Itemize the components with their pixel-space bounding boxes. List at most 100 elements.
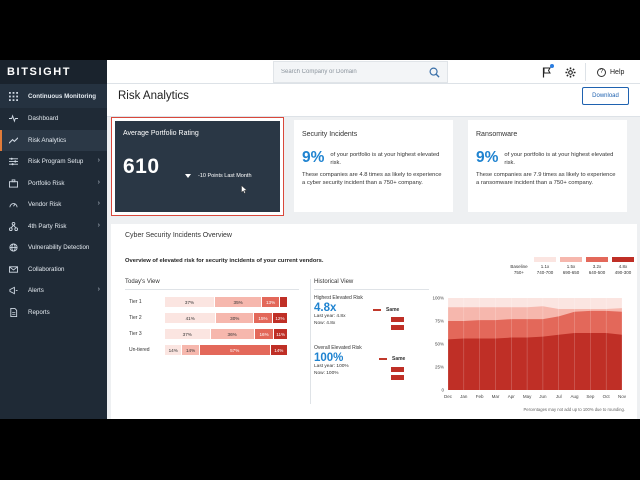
y-tick-label: 50%	[435, 342, 444, 347]
historical-view-title: Historical View	[314, 279, 354, 285]
security-incidents-card[interactable]: Security Incidents 9% of your portfolio …	[294, 120, 453, 212]
toolbar-divider	[585, 63, 586, 81]
tier-segment: 35%	[215, 297, 263, 307]
tier-segment: 37%	[165, 297, 215, 307]
down-arrow-icon	[185, 174, 191, 178]
tier-segment: 12%	[272, 313, 288, 323]
tier-label: Un-tiered	[129, 347, 150, 353]
y-tick-label: 25%	[435, 365, 444, 370]
tier-segment: 13%	[262, 297, 280, 307]
overview-subtitle: Overview of elevated risk for security i…	[125, 258, 324, 264]
overview-title: Cyber Security Incidents Overview	[125, 232, 232, 239]
x-tick-label: Aug	[571, 394, 580, 399]
y-tick-label: 0	[441, 388, 444, 393]
tier-segment: 36%	[210, 329, 255, 339]
chevron-right-icon: ›	[97, 200, 100, 207]
sidebar-item-dashboard[interactable]: Dashboard	[0, 108, 107, 130]
sidebar-item-4th-party-risk[interactable]: 4th Party Risk ›	[0, 216, 107, 238]
security-incidents-detail: These companies are 4.8 times as likely …	[302, 172, 442, 186]
portfolio-rating-value: 610	[123, 155, 160, 178]
speedometer-icon	[8, 199, 19, 210]
ransomware-percent: 9%	[476, 149, 499, 166]
page-header: Risk Analytics Download	[107, 84, 640, 117]
section-divider	[310, 279, 311, 404]
tier-segment: 41%	[165, 313, 217, 323]
overall-risk-value: 100%	[314, 352, 344, 364]
todays-view-title: Today's View	[125, 279, 160, 285]
settings-button[interactable]	[563, 65, 577, 79]
security-incidents-percent: 9%	[302, 149, 325, 166]
x-tick-label: Dec	[444, 394, 453, 399]
sidebar-item-vendor-risk[interactable]: Vendor Risk ›	[0, 194, 107, 216]
tier-segment	[279, 297, 288, 307]
x-tick-label: May	[523, 394, 532, 399]
page-title: Risk Analytics	[118, 90, 189, 102]
y-tick-label: 100%	[432, 296, 444, 301]
sliders-icon	[8, 156, 19, 167]
legend-3-2x: 3.2x 640-500	[584, 257, 610, 275]
ransomware-detail: These companies are 7.9 times as likely …	[476, 172, 616, 186]
divider	[125, 289, 299, 290]
now-swatch	[391, 375, 404, 380]
x-tick-label: Jan	[460, 394, 468, 399]
sidebar-item-risk-analytics[interactable]: Risk Analytics	[0, 129, 107, 151]
grid-icon	[8, 91, 19, 102]
tier-segment: 30%	[216, 313, 255, 323]
mail-icon	[8, 264, 19, 275]
help-button[interactable]: ? Help	[597, 65, 624, 79]
bitsight-logo[interactable]: BITSIGHT	[0, 60, 107, 84]
x-tick-label: Jul	[556, 394, 562, 399]
search-input[interactable]	[281, 69, 421, 75]
rounding-footnote: Percentages may not add up to 100% due t…	[523, 407, 625, 412]
chevron-right-icon: ›	[97, 157, 100, 164]
ransomware-description: of your portfolio is at your highest ele…	[504, 152, 614, 166]
download-button[interactable]: Download	[582, 87, 629, 105]
flag-icon	[542, 67, 551, 77]
notification-dot	[550, 64, 554, 68]
tier-segment: 11%	[274, 329, 288, 339]
ransomware-card[interactable]: Ransomware 9% of your portfolio is at yo…	[468, 120, 627, 212]
sidebar-item-label: Portfolio Risk	[28, 179, 65, 187]
gear-icon	[564, 66, 576, 78]
trend-icon	[8, 135, 19, 146]
sidebar-item-alerts[interactable]: Alerts ›	[0, 280, 107, 302]
x-tick-label: Apr	[508, 394, 516, 399]
tier-row-2[interactable]: Tier 2 41% 30% 15% 12%	[129, 313, 288, 323]
portfolio-rating-title: Average Portfolio Rating	[123, 130, 199, 137]
tier-row-3[interactable]: Tier 3 37% 36% 16% 11%	[129, 329, 288, 339]
document-icon	[8, 307, 19, 318]
sidebar-item-vulnerability-detection[interactable]: Vulnerability Detection	[0, 237, 107, 259]
x-tick-label: Sep	[586, 394, 595, 399]
sidebar-item-portfolio-risk[interactable]: Portfolio Risk ›	[0, 173, 107, 195]
sidebar-item-reports[interactable]: Reports	[0, 302, 107, 324]
globe-icon	[8, 242, 19, 253]
x-tick-label: Mar	[492, 394, 500, 399]
notifications-button[interactable]	[540, 64, 554, 79]
highest-elevated-risk: Highest Elevated Risk 4.8x Last year: 4.…	[314, 295, 363, 326]
x-tick-label: Feb	[476, 394, 484, 399]
now-swatch	[391, 325, 404, 330]
legend-baseline: Baseline 750+	[506, 257, 532, 275]
tier-bar: 37% 36% 16% 11%	[165, 329, 288, 339]
sidebar-item-risk-program-setup[interactable]: Risk Program Setup ›	[0, 151, 107, 173]
search-box[interactable]	[273, 61, 448, 83]
highest-risk-value: 4.8x	[314, 302, 337, 314]
top-bar: ? Help	[107, 60, 640, 84]
sidebar-item-label: Vendor Risk	[28, 201, 62, 209]
average-portfolio-rating-card[interactable]: Average Portfolio Rating 610 -10 Points …	[111, 117, 284, 216]
historical-area-chart[interactable]: 0 25% 50% 75% 100% Dec Jan Feb Mar Apr May Jun Jul Au…	[426, 294, 626, 404]
sidebar-item-label: Vulnerability Detection	[28, 244, 90, 252]
tier-row-1[interactable]: Tier 1 37% 35% 13%	[129, 297, 288, 307]
tier-label: Tier 2	[129, 315, 142, 321]
sidebar-item-label: Risk Analytics	[28, 136, 67, 144]
tier-bar: 37% 35% 13%	[165, 297, 288, 307]
sidebar-item-continuous-monitoring[interactable]: Continuous Monitoring	[0, 84, 107, 108]
tier-segment: 16%	[254, 329, 275, 339]
tier-row-untiered[interactable]: Un-tiered 14% 14% 57% 14%	[129, 345, 288, 355]
security-incidents-title: Security Incidents	[302, 131, 358, 138]
search-icon[interactable]	[429, 67, 440, 78]
ransomware-title: Ransomware	[476, 131, 518, 138]
sidebar-item-collaboration[interactable]: Collaboration	[0, 259, 107, 281]
sidebar-item-label: Continuous Monitoring	[28, 92, 97, 100]
help-icon: ?	[597, 67, 606, 77]
